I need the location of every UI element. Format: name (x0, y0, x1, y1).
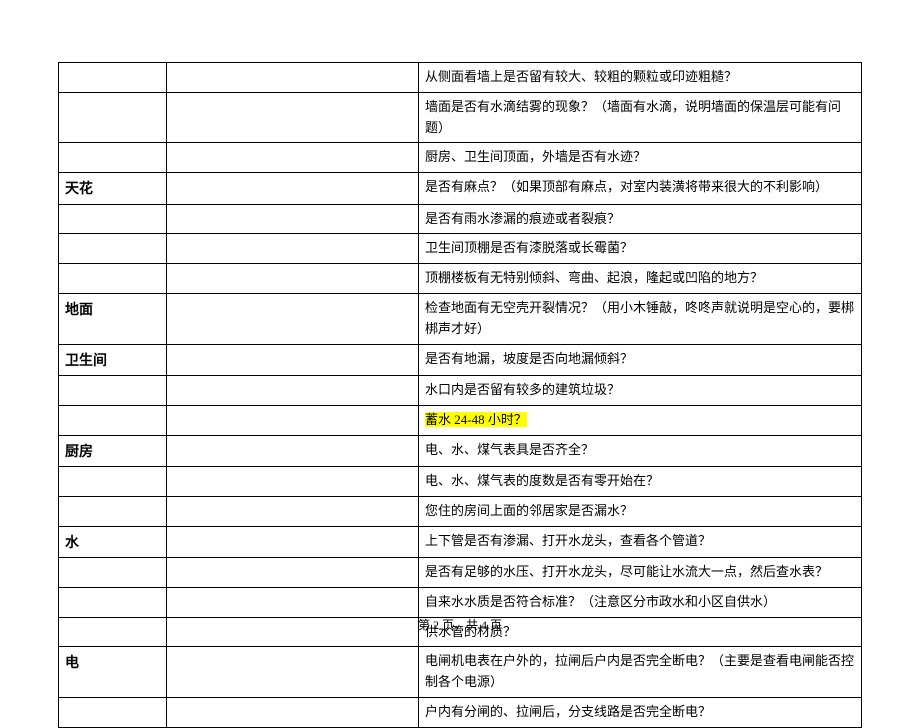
mid-cell (167, 293, 419, 344)
table-row: 电、水、煤气表的度数是否有零开始在？ (59, 466, 862, 496)
mid-cell (167, 143, 419, 173)
table-row: 电 电闸机电表在户外的，拉闸后户内是否完全断电？（主要是查看电闸能否控制各个电源） (59, 647, 862, 698)
mid-cell (167, 264, 419, 294)
content-cell: 是否有足够的水压、打开水龙头，尽可能让水流大一点，然后查水表？ (419, 557, 862, 587)
mid-cell (167, 375, 419, 405)
table-row: 地面 检查地面有无空壳开裂情况？（用小木锤敲，咚咚声就说明是空心的，要梆梆声才好） (59, 293, 862, 344)
content-cell: 蓄水 24-48 小时？ (419, 405, 862, 435)
mid-cell (167, 405, 419, 435)
content-cell: 顶棚楼板有无特别倾斜、弯曲、起浪，隆起或凹陷的地方？ (419, 264, 862, 294)
mid-cell (167, 234, 419, 264)
category-cell: 天花 (59, 173, 167, 204)
category-cell (59, 587, 167, 617)
mid-cell (167, 466, 419, 496)
mid-cell (167, 344, 419, 375)
content-cell: 电、水、煤气表的度数是否有零开始在？ (419, 466, 862, 496)
table-row: 蓄水 24-48 小时？ (59, 405, 862, 435)
table-row: 是否有雨水渗漏的痕迹或者裂痕？ (59, 204, 862, 234)
category-cell: 地面 (59, 293, 167, 344)
table-row: 户内有分闸的、拉闸后，分支线路是否完全断电？ (59, 697, 862, 727)
category-cell (59, 143, 167, 173)
mid-cell (167, 92, 419, 143)
content-cell: 是否有麻点？（如果顶部有麻点，对室内装潢将带来很大的不利影响） (419, 173, 862, 204)
category-cell (59, 405, 167, 435)
content-cell: 电闸机电表在户外的，拉闸后户内是否完全断电？（主要是查看电闸能否控制各个电源） (419, 647, 862, 698)
category-cell (59, 375, 167, 405)
category-cell: 水 (59, 526, 167, 557)
category-cell: 电 (59, 647, 167, 698)
table-row: 自来水水质是否符合标准？（注意区分市政水和小区自供水） (59, 587, 862, 617)
table-row: 水口内是否留有较多的建筑垃圾？ (59, 375, 862, 405)
mid-cell (167, 173, 419, 204)
category-cell: 卫生间 (59, 344, 167, 375)
table-row: 天花 是否有麻点？（如果顶部有麻点，对室内装潢将带来很大的不利影响） (59, 173, 862, 204)
category-cell (59, 264, 167, 294)
content-cell: 从侧面看墙上是否留有较大、较粗的颗粒或印迹粗糙？ (419, 63, 862, 93)
content-cell: 户内有分闸的、拉闸后，分支线路是否完全断电？ (419, 697, 862, 727)
mid-cell (167, 697, 419, 727)
mid-cell (167, 63, 419, 93)
category-cell (59, 557, 167, 587)
table-row: 厨房 电、水、煤气表具是否齐全？ (59, 435, 862, 466)
content-cell: 卫生间顶棚是否有漆脱落或长霉菌？ (419, 234, 862, 264)
content-cell: 是否有地漏，坡度是否向地漏倾斜？ (419, 344, 862, 375)
table-row: 是否有足够的水压、打开水龙头，尽可能让水流大一点，然后查水表？ (59, 557, 862, 587)
mid-cell (167, 557, 419, 587)
table-row: 墙面是否有水滴结雾的现象？（墙面有水滴，说明墙面的保温层可能有问题） (59, 92, 862, 143)
table-row: 从侧面看墙上是否留有较大、较粗的颗粒或印迹粗糙？ (59, 63, 862, 93)
mid-cell (167, 435, 419, 466)
mid-cell (167, 496, 419, 526)
table-row: 卫生间 是否有地漏，坡度是否向地漏倾斜？ (59, 344, 862, 375)
page-footer: 第 2 页，共 4 页 (0, 616, 920, 633)
category-cell (59, 92, 167, 143)
content-cell: 您住的房间上面的邻居家是否漏水？ (419, 496, 862, 526)
category-cell (59, 466, 167, 496)
content-cell: 水口内是否留有较多的建筑垃圾？ (419, 375, 862, 405)
category-cell (59, 697, 167, 727)
content-cell: 墙面是否有水滴结雾的现象？（墙面有水滴，说明墙面的保温层可能有问题） (419, 92, 862, 143)
category-cell (59, 63, 167, 93)
table-row: 厨房、卫生间顶面，外墙是否有水迹？ (59, 143, 862, 173)
content-cell: 厨房、卫生间顶面，外墙是否有水迹？ (419, 143, 862, 173)
mid-cell (167, 204, 419, 234)
category-cell (59, 204, 167, 234)
category-cell (59, 496, 167, 526)
highlighted-text: 蓄水 24-48 小时？ (425, 412, 527, 427)
table-row: 卫生间顶棚是否有漆脱落或长霉菌？ (59, 234, 862, 264)
category-cell (59, 234, 167, 264)
content-cell: 自来水水质是否符合标准？（注意区分市政水和小区自供水） (419, 587, 862, 617)
content-cell: 检查地面有无空壳开裂情况？（用小木锤敲，咚咚声就说明是空心的，要梆梆声才好） (419, 293, 862, 344)
content-cell: 是否有雨水渗漏的痕迹或者裂痕？ (419, 204, 862, 234)
category-cell: 厨房 (59, 435, 167, 466)
mid-cell (167, 647, 419, 698)
table-row: 水 上下管是否有渗漏、打开水龙头，查看各个管道？ (59, 526, 862, 557)
table-row: 顶棚楼板有无特别倾斜、弯曲、起浪，隆起或凹陷的地方？ (59, 264, 862, 294)
mid-cell (167, 587, 419, 617)
content-cell: 上下管是否有渗漏、打开水龙头，查看各个管道？ (419, 526, 862, 557)
mid-cell (167, 526, 419, 557)
content-cell: 电、水、煤气表具是否齐全？ (419, 435, 862, 466)
table-row: 您住的房间上面的邻居家是否漏水？ (59, 496, 862, 526)
